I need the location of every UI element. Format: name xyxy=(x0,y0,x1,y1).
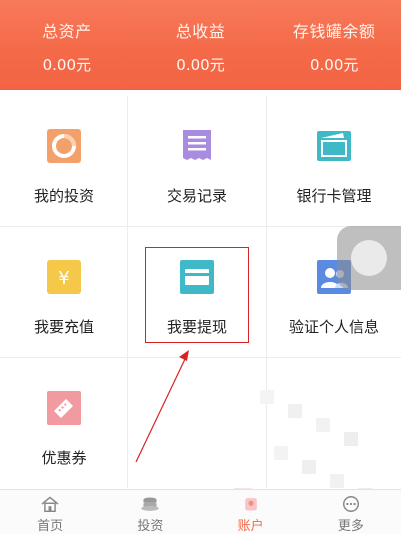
piggy-bank-balance[interactable]: 存钱罐余额 0.00元 xyxy=(267,0,401,90)
assistive-circle-icon xyxy=(351,240,387,276)
grid-item-label: 优惠券 xyxy=(41,449,87,467)
grid-item-label: 我的投资 xyxy=(33,187,94,205)
withdraw-highlight-box xyxy=(145,247,249,343)
total-assets[interactable]: 总资产 0.00元 xyxy=(0,0,134,90)
pie-chart-icon xyxy=(47,129,81,163)
tab-label: 投资 xyxy=(137,519,164,534)
svg-text:¥: ¥ xyxy=(58,268,69,289)
tab-label: 账户 xyxy=(237,519,264,534)
total-assets-value: 0.00元 xyxy=(42,56,92,74)
grid-item-transaction-records[interactable]: 交易记录 xyxy=(130,96,264,227)
grid-item-label: 交易记录 xyxy=(166,187,227,205)
bottom-tab-bar: 首页 投资 账户 更多 xyxy=(0,489,401,534)
grid-item-recharge[interactable]: ¥ 我要充值 xyxy=(0,227,131,358)
grid-item-coupons[interactable]: 优惠券 xyxy=(0,358,131,489)
tab-more[interactable]: 更多 xyxy=(301,490,401,534)
tab-home[interactable]: 首页 xyxy=(0,490,100,534)
tab-label: 更多 xyxy=(337,519,364,534)
coupon-icon xyxy=(47,391,81,425)
piggy-bank-balance-label: 存钱罐余额 xyxy=(292,22,376,41)
coins-icon xyxy=(141,497,160,511)
grid-item-bank-card-management[interactable]: 银行卡管理 xyxy=(267,96,401,227)
account-page: 总资产 0.00元 总收益 0.00元 存钱罐余额 0.00元 我的投资 交易记… xyxy=(0,0,401,534)
tab-label: 首页 xyxy=(37,519,64,534)
grid-item-label: 验证个人信息 xyxy=(288,318,379,336)
grid-item-my-investment[interactable]: 我的投资 xyxy=(0,96,131,227)
grid-item-label: 我要充值 xyxy=(33,318,94,336)
total-earnings-label: 总收益 xyxy=(175,22,226,41)
asset-summary-header: 总资产 0.00元 总收益 0.00元 存钱罐余额 0.00元 xyxy=(0,0,401,90)
piggy-bank-balance-value: 0.00元 xyxy=(309,56,359,74)
receipt-icon xyxy=(180,129,214,163)
account-icon xyxy=(244,498,257,511)
home-icon xyxy=(41,496,59,512)
wallet-icon xyxy=(317,129,351,163)
grid-item-label: 银行卡管理 xyxy=(296,187,372,205)
total-earnings[interactable]: 总收益 0.00元 xyxy=(134,0,268,90)
yen-icon: ¥ xyxy=(47,260,81,294)
floating-assistive-button[interactable] xyxy=(337,226,401,290)
total-assets-label: 总资产 xyxy=(42,22,92,41)
total-earnings-value: 0.00元 xyxy=(176,56,225,74)
tab-account[interactable]: 账户 xyxy=(201,490,301,534)
tab-invest[interactable]: 投资 xyxy=(100,490,200,534)
more-icon xyxy=(342,496,359,512)
